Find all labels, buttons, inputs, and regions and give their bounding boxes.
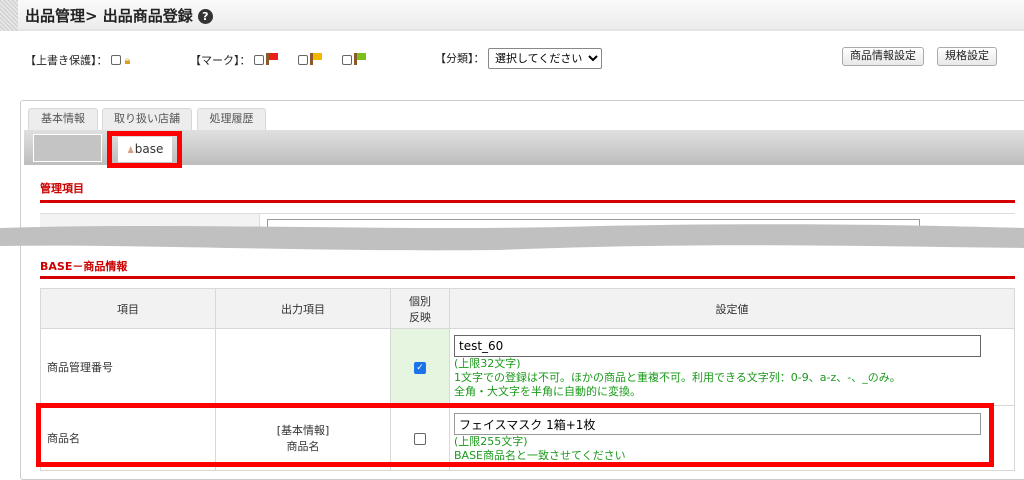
red-flag-icon <box>266 53 278 65</box>
title-stripe <box>0 0 18 31</box>
tab-stores[interactable]: 取り扱い店舗 <box>102 108 192 130</box>
row-value: (上限32文字) 1文字での登録は不可。ほかの商品と重複不可。利用できる文字列：… <box>449 328 1015 406</box>
category-label: 【分類】： <box>435 52 485 65</box>
highlight-box-base-tab <box>107 131 182 168</box>
mark-green-checkbox[interactable] <box>342 55 352 65</box>
spec-settings-button[interactable]: 規格設定 <box>937 47 997 66</box>
overwrite-label: 【上書き保護】： <box>25 54 108 67</box>
green-flag-icon <box>354 53 366 65</box>
mark-yellow-checkbox[interactable] <box>298 55 308 65</box>
lock-icon: 🔒︎ <box>124 54 131 67</box>
row-item: 商品管理番号 <box>40 328 216 406</box>
table-header-row: 項目 出力項目 個別反映 設定値 <box>40 288 1015 329</box>
section-management: 管理項目 <box>40 182 84 195</box>
header-individual-1: 個別 <box>409 294 431 308</box>
note-convert: 全角・大文字を半角に自動的に変換。 <box>454 385 641 398</box>
product-settings-button[interactable]: 商品情報設定 <box>842 47 924 66</box>
overwrite-protect: 【上書き保護】： 🔒︎ <box>25 52 130 68</box>
header-individual: 個別 反映 <box>390 288 450 329</box>
mark-red-checkbox[interactable] <box>254 55 264 65</box>
individual-checkbox-checked[interactable]: ✓ <box>414 361 426 374</box>
note-rules: 1文字での登録は不可。ほかの商品と重複不可。利用できる文字列：0-9、a-z、-… <box>454 371 901 384</box>
row-individual: ✓ <box>390 328 450 406</box>
category-select[interactable]: 選択してください <box>488 48 602 69</box>
header-value: 設定値 <box>449 288 1015 329</box>
overwrite-checkbox[interactable] <box>111 55 121 65</box>
section-divider <box>40 276 1015 279</box>
yellow-flag-icon <box>310 53 322 65</box>
product-code-input[interactable] <box>454 335 981 357</box>
help-icon[interactable]: ? <box>197 9 213 24</box>
header-individual-2: 反映 <box>409 310 431 324</box>
page-title-text: 出品管理> 出品商品登録 <box>25 7 193 25</box>
torn-overlay <box>0 224 1024 251</box>
mark-group: 【マーク】： <box>190 52 366 68</box>
category-group: 【分類】： 選択してください <box>435 48 602 69</box>
header-output: 出力項目 <box>215 288 391 329</box>
highlight-box-product-name <box>36 403 994 467</box>
header-item: 項目 <box>40 288 216 329</box>
table-row: 商品管理番号 ✓ (上限32文字) 1文字での登録は不可。ほかの商品と重複不可。… <box>40 328 1015 406</box>
tab-history[interactable]: 処理履歴 <box>197 108 266 130</box>
tab-basic-info[interactable]: 基本情報 <box>28 108 98 130</box>
mark-label: 【マーク】： <box>190 54 251 67</box>
note-limit: (上限32文字) <box>454 357 521 370</box>
page-title: 出品管理> 出品商品登録? <box>25 5 213 26</box>
section-base-info: BASE－商品情報 <box>40 260 128 273</box>
row-output <box>215 328 391 406</box>
subtab-hidden[interactable] <box>33 134 102 162</box>
section-divider <box>40 200 1015 203</box>
